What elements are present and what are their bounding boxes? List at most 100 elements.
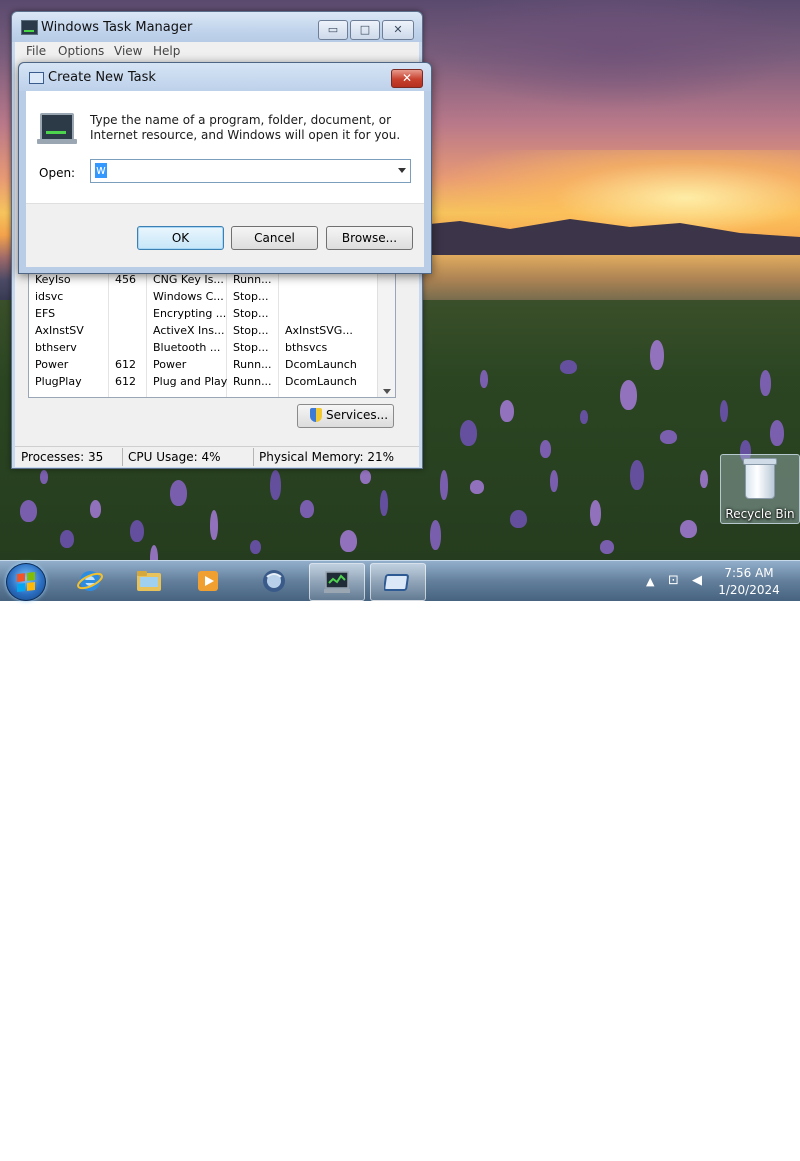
cell-group: DcomLaunch bbox=[285, 358, 357, 371]
cell-status: Runn... bbox=[233, 273, 272, 286]
cell-status: Stop... bbox=[233, 307, 269, 320]
show-desktop-button[interactable] bbox=[790, 1121, 800, 1161]
wallpaper-flower bbox=[580, 410, 588, 424]
wallpaper-flower bbox=[760, 370, 771, 396]
minimize-button[interactable]: ▭ bbox=[318, 20, 348, 40]
status-memory: Physical Memory: 21% bbox=[259, 450, 395, 464]
cell-name: EFS bbox=[35, 307, 56, 320]
wallpaper-flower bbox=[550, 470, 558, 492]
recycle-bin[interactable]: Recycle Bin bbox=[720, 454, 800, 524]
services-button-label: Services... bbox=[326, 408, 389, 422]
wallpaper-flower bbox=[720, 400, 728, 422]
wallpaper-flower bbox=[430, 520, 441, 550]
dialog-close-button[interactable]: ✕ bbox=[391, 69, 423, 88]
taskbar-media-player[interactable] bbox=[181, 563, 235, 599]
table-row[interactable]: bthserv Bluetooth ... Stop... bthsvcs bbox=[29, 340, 363, 357]
close-button[interactable]: ✕ bbox=[382, 20, 414, 40]
open-combobox[interactable]: w bbox=[90, 159, 411, 183]
tray-expand-icon[interactable]: ▲ bbox=[646, 575, 654, 588]
wallpaper-flower bbox=[510, 510, 527, 528]
taskbar-internet-explorer[interactable] bbox=[63, 563, 117, 599]
dialog-title: Create New Task bbox=[48, 70, 156, 85]
table-row[interactable]: KeyIso 456 CNG Key Is... Runn... bbox=[29, 272, 363, 289]
recycle-bin-label: Recycle Bin bbox=[725, 507, 795, 521]
cell-group: DcomLaunch bbox=[285, 375, 357, 388]
wallpaper-flower bbox=[540, 440, 551, 458]
wallpaper-flower bbox=[620, 380, 637, 410]
services-table[interactable]: KeyIso 456 CNG Key Is... Runn... idsvc Window… bbox=[28, 270, 396, 398]
menu-file[interactable]: File bbox=[26, 44, 46, 58]
status-divider bbox=[122, 448, 123, 466]
cell-name: Power bbox=[35, 358, 69, 371]
wallpaper-flower bbox=[170, 480, 187, 506]
cell-pid: 612 bbox=[115, 375, 136, 388]
wallpaper-flower bbox=[40, 470, 48, 484]
menu-options[interactable]: Options bbox=[58, 44, 104, 58]
wallpaper-flower bbox=[210, 510, 218, 540]
services-button[interactable]: Services... bbox=[297, 404, 394, 428]
cell-description: Plug and Play bbox=[153, 375, 228, 388]
run-dialog-icon bbox=[384, 574, 409, 591]
recycle-bin-icon bbox=[743, 458, 777, 499]
open-label: Open: bbox=[39, 166, 76, 180]
wallpaper-flower bbox=[60, 530, 74, 548]
clock-date[interactable]: 1/20/2024 bbox=[716, 583, 782, 597]
close-icon: ✕ bbox=[401, 71, 413, 85]
cell-name: idsvc bbox=[35, 290, 64, 303]
wallpaper-flower bbox=[130, 520, 144, 542]
cancel-button[interactable]: Cancel bbox=[231, 226, 318, 250]
cell-description: ActiveX Ins... bbox=[153, 324, 225, 337]
wallpaper-flower bbox=[700, 470, 708, 488]
wallpaper-flower bbox=[680, 520, 697, 538]
table-scrollbar[interactable] bbox=[377, 271, 395, 397]
task-manager-titlebar[interactable]: Windows Task Manager ▭ □ ✕ bbox=[12, 12, 422, 42]
clock-time[interactable]: 7:56 AM bbox=[716, 566, 782, 580]
taskbar-windows-explorer[interactable] bbox=[122, 563, 176, 599]
cell-description: Windows C... bbox=[153, 290, 224, 303]
maximize-button[interactable]: □ bbox=[350, 20, 380, 40]
wallpaper-flower bbox=[360, 470, 371, 484]
menu-view[interactable]: View bbox=[114, 44, 142, 58]
wallpaper-flower bbox=[470, 480, 484, 494]
browse-button[interactable]: Browse... bbox=[326, 226, 413, 250]
taskbar-run-dialog[interactable] bbox=[370, 563, 426, 601]
table-row[interactable]: EFS Encrypting ... Stop... bbox=[29, 306, 363, 323]
table-row[interactable]: AxInstSV ActiveX Ins... Stop... AxInstSVG..… bbox=[29, 323, 363, 340]
taskbar bbox=[0, 560, 800, 1161]
dialog-titlebar[interactable]: Create New Task ✕ bbox=[19, 63, 431, 91]
wallpaper-flower bbox=[650, 340, 664, 370]
task-manager-icon bbox=[21, 20, 38, 35]
volume-icon[interactable]: ◀ bbox=[692, 573, 702, 588]
task-manager-icon bbox=[324, 571, 350, 593]
media-player-icon bbox=[198, 571, 218, 591]
open-input-value[interactable]: w bbox=[95, 163, 107, 178]
wallpaper-flower bbox=[440, 470, 448, 500]
browser-icon bbox=[263, 570, 285, 592]
cell-description: Power bbox=[153, 358, 187, 371]
create-new-task-dialog[interactable]: Create New Task ✕ Type the name of a pro… bbox=[18, 62, 432, 274]
cell-name: PlugPlay bbox=[35, 375, 82, 388]
chevron-down-icon[interactable] bbox=[398, 168, 406, 173]
ok-button[interactable]: OK bbox=[137, 226, 224, 250]
table-row[interactable]: idsvc Windows C... Stop... bbox=[29, 289, 363, 306]
wallpaper-flower bbox=[630, 460, 644, 490]
wallpaper-cloud bbox=[430, 0, 800, 110]
minimize-icon: ▭ bbox=[327, 23, 339, 36]
start-button[interactable] bbox=[6, 563, 46, 601]
menu-help[interactable]: Help bbox=[153, 44, 180, 58]
wallpaper-flower bbox=[270, 470, 281, 500]
status-divider bbox=[253, 448, 254, 466]
wallpaper-flower bbox=[250, 540, 261, 554]
taskbar-browser[interactable] bbox=[247, 563, 301, 599]
network-icon[interactable]: ⊡ bbox=[668, 573, 679, 588]
dialog-footer: OK Cancel Browse... bbox=[26, 203, 424, 267]
uac-shield-icon bbox=[310, 408, 322, 422]
wallpaper-flower bbox=[590, 500, 601, 526]
taskbar-task-manager[interactable] bbox=[309, 563, 365, 601]
close-icon: ✕ bbox=[393, 23, 403, 36]
cell-description: Bluetooth ... bbox=[153, 341, 221, 354]
wallpaper-flower bbox=[90, 500, 101, 518]
scroll-down-arrow-icon[interactable] bbox=[383, 389, 391, 394]
table-row[interactable]: PlugPlay 612 Plug and Play Runn... DcomLaunc… bbox=[29, 374, 363, 391]
table-row[interactable]: Power 612 Power Runn... DcomLaunch bbox=[29, 357, 363, 374]
